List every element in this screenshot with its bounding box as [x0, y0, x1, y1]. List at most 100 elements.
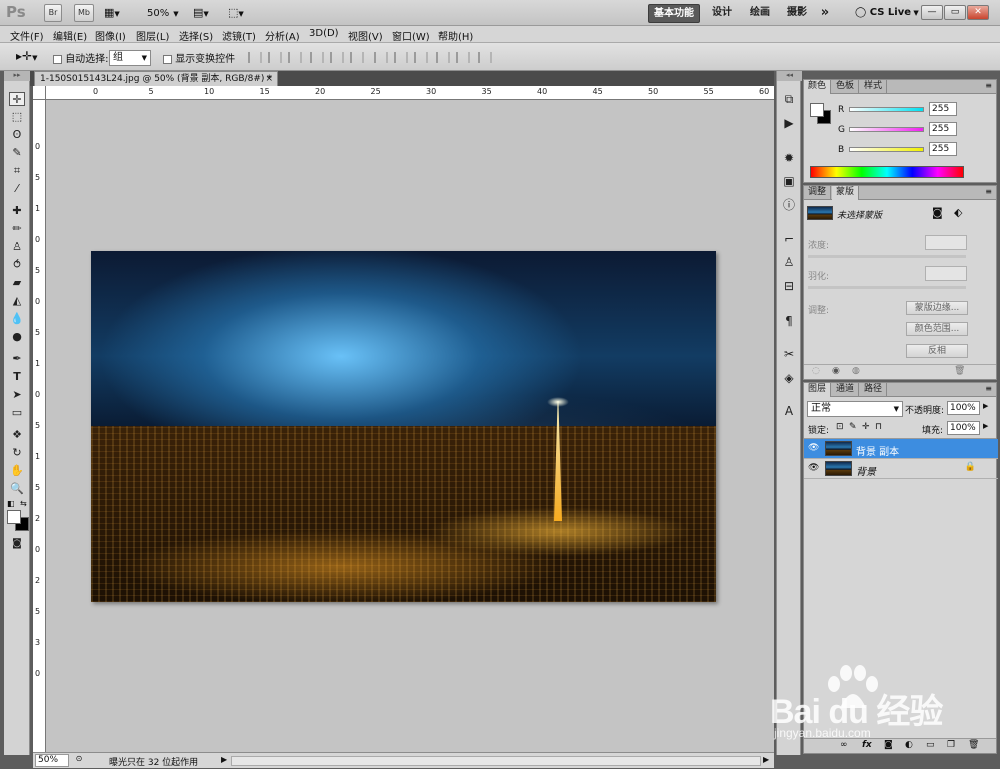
path-selection-tool-icon[interactable]: ➤: [9, 388, 25, 402]
type-tool-icon[interactable]: T: [9, 370, 25, 384]
restore-button[interactable]: ▭: [944, 5, 966, 20]
green-slider[interactable]: [849, 127, 924, 132]
add-vector-mask-icon[interactable]: ⬖: [954, 206, 962, 219]
layer-comps-panel-icon[interactable]: ◈: [781, 370, 797, 386]
workspace-essentials[interactable]: 基本功能: [648, 4, 700, 23]
status-info-icon[interactable]: ⊙: [73, 754, 85, 767]
eyedropper-tool-icon[interactable]: ⁄: [9, 182, 25, 196]
status-menu-arrow-icon[interactable]: ▶: [221, 755, 227, 764]
menu-3d[interactable]: 3D(D): [309, 28, 339, 39]
distribute-top-icon[interactable]: [374, 52, 388, 63]
paint-bucket-tool-icon[interactable]: ◭: [9, 294, 25, 308]
apply-mask-icon[interactable]: ◉: [832, 366, 840, 376]
menu-layer[interactable]: 图层(L): [136, 28, 169, 43]
document-tab[interactable]: 1-150S015143L24.jpg @ 50% (背景 副本, RGB/8#…: [34, 71, 278, 87]
menu-help[interactable]: 帮助(H): [438, 28, 473, 43]
menu-view[interactable]: 视图(V): [348, 28, 383, 43]
quick-mask-icon[interactable]: ◙: [9, 537, 25, 551]
load-selection-icon[interactable]: ◌: [812, 366, 820, 376]
tab-color[interactable]: 颜色: [804, 80, 832, 94]
menu-image[interactable]: 图像(I): [95, 28, 126, 43]
clone-stamp-tool-icon[interactable]: ♙: [9, 240, 25, 254]
lock-image-icon[interactable]: ✎: [849, 422, 857, 432]
distribute-left-icon[interactable]: [436, 52, 450, 63]
close-window-button[interactable]: ✕: [967, 5, 989, 20]
crop-tool-icon[interactable]: ⌗: [9, 164, 25, 178]
horizontal-scrollbar[interactable]: [231, 756, 761, 766]
move-tool-icon[interactable]: ✛: [9, 92, 25, 106]
brush-tool-icon[interactable]: ✏: [9, 222, 25, 236]
dodge-tool-icon[interactable]: ●: [9, 330, 25, 344]
panel-menu-icon[interactable]: ≡: [985, 187, 992, 196]
green-value[interactable]: 255: [929, 122, 957, 136]
red-slider[interactable]: [849, 107, 924, 112]
blue-value[interactable]: 255: [929, 142, 957, 156]
actions-panel-icon[interactable]: ▶: [781, 115, 797, 131]
invert-button[interactable]: 反相: [906, 344, 968, 358]
3d-orbit-tool-icon[interactable]: ↻: [9, 446, 25, 460]
brushes-panel-icon[interactable]: ⌐: [781, 231, 797, 247]
tool-presets-panel-icon[interactable]: ⊟: [781, 278, 797, 294]
blend-mode-select[interactable]: 正常 ▼: [807, 401, 903, 417]
pen-tool-icon[interactable]: ✒: [9, 352, 25, 366]
auto-select-checkbox[interactable]: [53, 54, 62, 64]
align-vertical-centers-icon[interactable]: [268, 52, 282, 63]
panel-menu-icon[interactable]: ≡: [985, 384, 992, 393]
tool-preset-picker[interactable]: ▸✛▼: [16, 49, 37, 63]
workspace-photography[interactable]: 摄影: [783, 4, 811, 23]
layer-row-background-copy[interactable]: 👁 背景 副本: [804, 439, 998, 459]
blur-tool-icon[interactable]: 💧: [9, 312, 25, 326]
fill-arrow-icon[interactable]: ▶: [983, 422, 988, 430]
tab-paths[interactable]: 路径: [860, 383, 888, 397]
opacity-arrow-icon[interactable]: ▶: [983, 402, 988, 410]
tab-styles[interactable]: 样式: [860, 80, 888, 94]
add-pixel-mask-icon[interactable]: ◙: [932, 206, 943, 219]
opacity-field[interactable]: 100%: [947, 401, 980, 415]
distribute-vertical-centers-icon[interactable]: [394, 52, 408, 63]
document-image[interactable]: [91, 251, 716, 602]
fill-field[interactable]: 100%: [947, 421, 980, 435]
red-value[interactable]: 255: [929, 102, 957, 116]
close-document-icon[interactable]: ×: [265, 72, 273, 86]
color-spectrum-bar[interactable]: [810, 166, 964, 178]
bridge-button[interactable]: Br: [44, 4, 62, 22]
menu-window[interactable]: 窗口(W): [392, 28, 430, 43]
align-right-icon[interactable]: [350, 52, 364, 63]
paragraph-panel-icon[interactable]: ¶: [781, 313, 797, 329]
blue-slider[interactable]: [849, 147, 924, 152]
tab-adjustments[interactable]: 调整: [804, 186, 832, 200]
menu-edit[interactable]: 编辑(E): [53, 28, 87, 43]
lock-transparent-icon[interactable]: ⊡: [836, 422, 844, 432]
align-left-icon[interactable]: [310, 52, 324, 63]
more-workspaces-button[interactable]: »: [817, 4, 833, 23]
collapse-tools-icon[interactable]: ▸▸: [4, 71, 30, 81]
marquee-tool-icon[interactable]: ⬚: [9, 110, 25, 124]
show-transform-checkbox[interactable]: [163, 54, 172, 64]
distribute-bottom-icon[interactable]: [414, 52, 428, 63]
screen-mode-menu[interactable]: ⬚▼: [228, 6, 244, 19]
tab-channels[interactable]: 通道: [832, 383, 860, 397]
cs-live-button[interactable]: ◯ CS Live ▼: [855, 7, 919, 18]
layer-row-background[interactable]: 👁 背景 🔒: [804, 459, 998, 479]
character-panel-icon[interactable]: A: [781, 403, 797, 419]
new-layer-icon[interactable]: ❐: [947, 740, 955, 750]
tab-layers[interactable]: 图层: [804, 383, 832, 397]
view-extras-menu[interactable]: ▦▼: [104, 6, 130, 20]
mask-edge-button[interactable]: 蒙版边缘...: [906, 301, 968, 315]
clone-source-panel-icon[interactable]: ♙: [781, 254, 797, 270]
hand-tool-icon[interactable]: ✋: [9, 464, 25, 478]
info-panel-icon[interactable]: ⓘ: [781, 197, 797, 213]
mini-bridge-button[interactable]: Mb: [74, 4, 94, 22]
zoom-level-select[interactable]: 50% ▼: [147, 8, 179, 19]
swap-colors-icon[interactable]: ⇆: [20, 499, 27, 508]
distribute-horizontal-centers-icon[interactable]: [456, 52, 470, 63]
shape-tool-icon[interactable]: ▭: [9, 406, 25, 420]
lasso-tool-icon[interactable]: ʘ: [9, 128, 25, 142]
collapse-dock-icon[interactable]: ◂◂: [777, 71, 802, 81]
visibility-eye-icon[interactable]: 👁: [808, 443, 819, 453]
align-top-icon[interactable]: [248, 52, 262, 63]
align-bottom-icon[interactable]: [288, 52, 302, 63]
3d-rotate-tool-icon[interactable]: ❖: [9, 428, 25, 442]
menu-filter[interactable]: 滤镜(T): [222, 28, 256, 43]
tab-masks[interactable]: 蒙版: [832, 186, 860, 200]
